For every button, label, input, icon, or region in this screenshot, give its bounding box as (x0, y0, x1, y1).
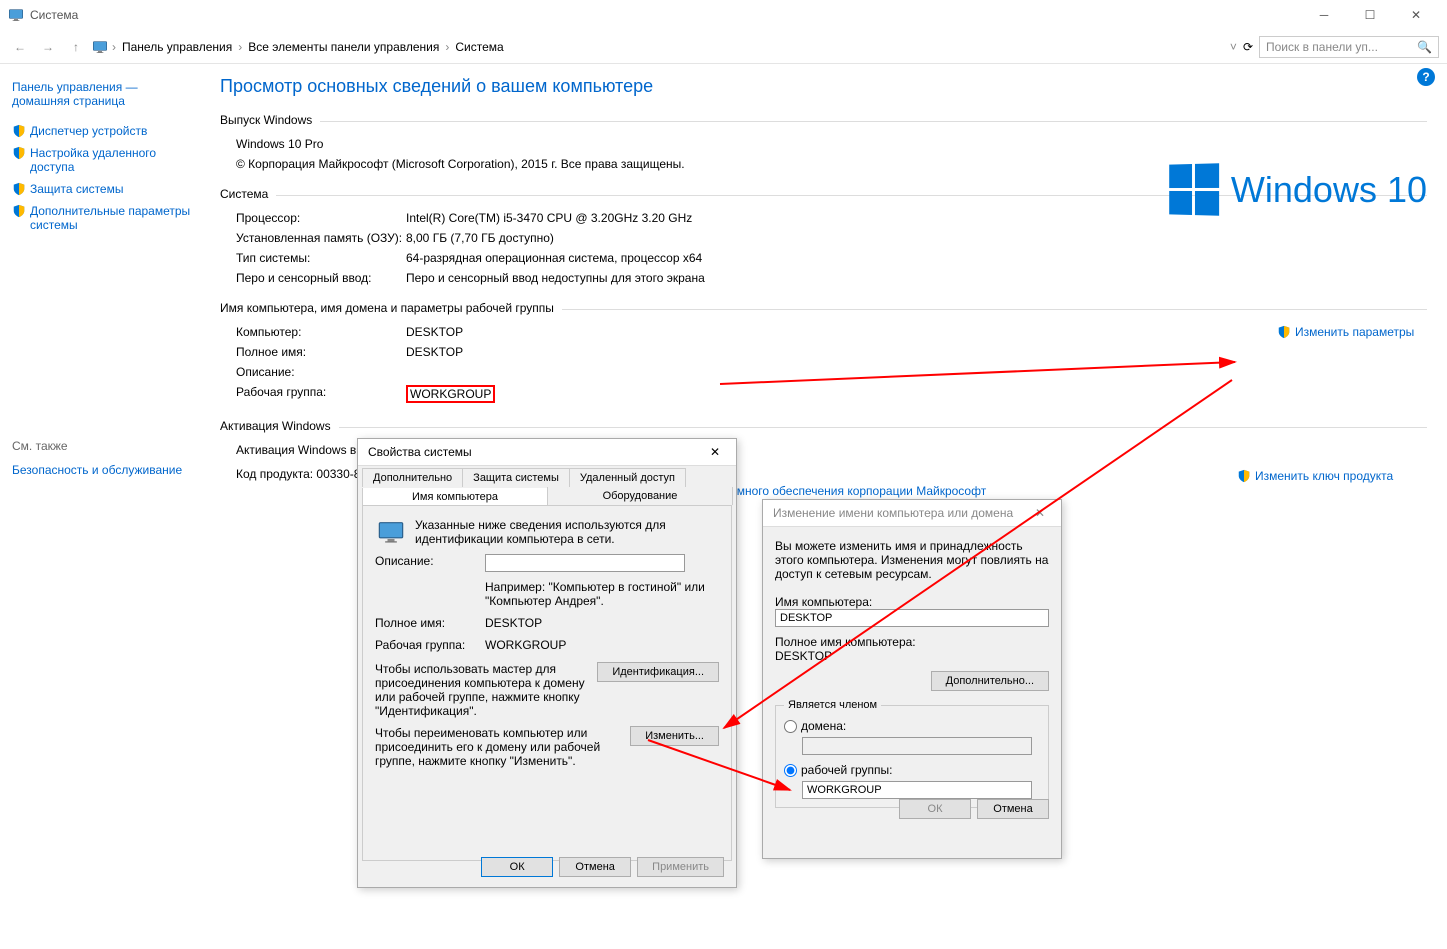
tab-computer-name[interactable]: Имя компьютера (362, 488, 548, 506)
sidebar-item-device-manager[interactable]: Диспетчер устройств (12, 120, 196, 142)
shield-icon (12, 146, 26, 160)
section-computer-name: Имя компьютера, имя домена и параметры р… (220, 301, 1427, 317)
see-also-link[interactable]: Безопасность и обслуживание (12, 459, 182, 481)
sidebar-item-advanced[interactable]: Дополнительные параметры системы (12, 200, 196, 236)
domain-radio[interactable] (784, 720, 797, 733)
domain-input[interactable] (802, 737, 1032, 755)
section-activation: Активация Windows (220, 419, 1427, 435)
breadcrumb-item[interactable]: Панель управления (120, 40, 234, 54)
nav-forward-button[interactable]: → (36, 35, 60, 59)
breadcrumb-item[interactable]: Система (453, 40, 505, 54)
titlebar: Система ─ ☐ ✕ (0, 0, 1447, 30)
nav-up-button[interactable]: ↑ (64, 35, 88, 59)
search-icon: 🔍 (1417, 40, 1432, 54)
change-product-key-link[interactable]: Изменить ключ продукта (1237, 469, 1427, 483)
shield-icon (12, 204, 26, 218)
system-properties-dialog: Свойства системы ✕ Дополнительно Защита … (357, 438, 737, 888)
computer-name-input[interactable] (775, 609, 1049, 627)
shield-icon (12, 182, 26, 196)
breadcrumb-dropdown[interactable]: ˅ (1230, 40, 1237, 54)
nav-back-button[interactable]: ← (8, 35, 32, 59)
refresh-button[interactable]: ⟳ (1243, 40, 1253, 54)
full-name: DESKTOP (406, 345, 463, 359)
dialog-titlebar[interactable]: Изменение имени компьютера или домена ✕ (763, 500, 1061, 527)
breadcrumb-item[interactable]: Все элементы панели управления (246, 40, 441, 54)
ram-value: 8,00 ГБ (7,70 ГБ доступно) (406, 231, 554, 245)
tab-advanced[interactable]: Дополнительно (362, 468, 463, 487)
cpu-value: Intel(R) Core(TM) i5-3470 CPU @ 3.20GHz … (406, 211, 692, 225)
apply-button[interactable]: Применить (637, 857, 724, 877)
window-title: Система (30, 8, 78, 22)
navbar: ← → ↑ › Панель управления › Все элементы… (0, 30, 1447, 64)
change-button[interactable]: Изменить... (630, 726, 719, 746)
search-input[interactable]: Поиск в панели уп... 🔍 (1259, 36, 1439, 58)
close-icon[interactable]: ✕ (1029, 506, 1051, 520)
description-input[interactable] (485, 554, 685, 572)
pen-value: Перо и сенсорный ввод недоступны для это… (406, 271, 705, 285)
section-edition: Выпуск Windows (220, 113, 1427, 129)
cancel-button[interactable]: Отмена (977, 799, 1049, 819)
activation-terms-link[interactable]: имного обеспечения корпорации Майкрософт (730, 484, 986, 498)
workgroup-input[interactable] (802, 781, 1032, 799)
ok-button[interactable]: ОК (899, 799, 971, 819)
close-icon[interactable]: ✕ (704, 445, 726, 459)
see-also-heading: См. также (12, 439, 182, 453)
network-id-button[interactable]: Идентификация... (597, 662, 719, 682)
sidebar: Панель управления — домашняя страница Ди… (0, 64, 200, 509)
sidebar-item-protection[interactable]: Защита системы (12, 178, 196, 200)
dialog-titlebar[interactable]: Свойства системы ✕ (358, 439, 736, 466)
computer-name: DESKTOP (406, 325, 463, 339)
page-title: Просмотр основных сведений о вашем компь… (220, 76, 1427, 97)
tab-remote[interactable]: Удаленный доступ (569, 468, 686, 487)
shield-icon (12, 124, 26, 138)
sidebar-item-remote[interactable]: Настройка удаленного доступа (12, 142, 196, 178)
system-icon (8, 7, 24, 23)
shield-icon (1277, 325, 1291, 339)
cancel-button[interactable]: Отмена (559, 857, 631, 877)
change-settings-link[interactable]: Изменить параметры (1277, 325, 1427, 339)
workgroup-highlight: WORKGROUP (406, 385, 495, 403)
tab-hardware[interactable]: Оборудование (547, 487, 733, 505)
workgroup-radio[interactable] (784, 764, 797, 777)
edition-value: Windows 10 Pro (236, 137, 1427, 151)
systype-value: 64-разрядная операционная система, проце… (406, 251, 702, 265)
more-button[interactable]: Дополнительно... (931, 671, 1049, 691)
section-system: Система (220, 187, 1427, 203)
ok-button[interactable]: ОК (481, 857, 553, 877)
close-button[interactable]: ✕ (1393, 0, 1439, 30)
change-name-dialog: Изменение имени компьютера или домена ✕ … (762, 499, 1062, 859)
maximize-button[interactable]: ☐ (1347, 0, 1393, 30)
member-of-group: Является членом домена: рабочей группы: (775, 699, 1049, 808)
help-icon[interactable]: ? (1417, 68, 1435, 86)
monitor-icon (92, 39, 108, 55)
minimize-button[interactable]: ─ (1301, 0, 1347, 30)
sidebar-home-link[interactable]: Панель управления — домашняя страница (12, 76, 196, 112)
tab-protection[interactable]: Защита системы (462, 468, 570, 487)
monitor-icon (375, 518, 407, 546)
breadcrumb[interactable]: › Панель управления › Все элементы панел… (92, 39, 1230, 55)
shield-icon (1237, 469, 1251, 483)
